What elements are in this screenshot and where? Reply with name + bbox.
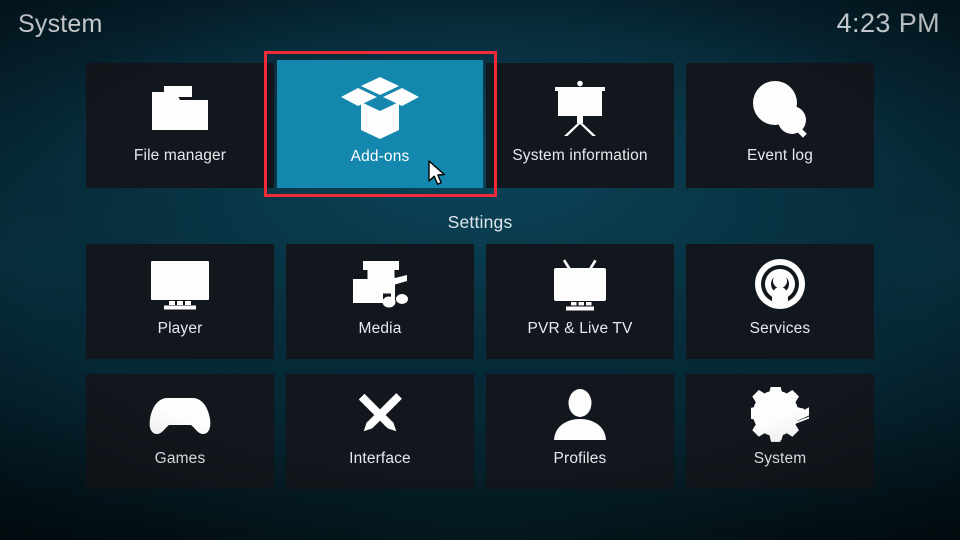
tile-label: Services [749, 320, 811, 337]
tile-event-log[interactable]: Event log [686, 63, 874, 188]
tile-pvr-live-tv[interactable]: PVR & Live TV [486, 244, 674, 359]
clock-label: 4:23 PM [836, 8, 940, 38]
gear-screwdriver-icon [686, 374, 874, 444]
pencil-ruler-icon [286, 374, 474, 444]
tile-system-information[interactable]: System information [486, 63, 674, 188]
tile-media[interactable]: Media [286, 244, 474, 359]
open-box-icon [277, 60, 483, 142]
broadcast-person-icon [686, 244, 874, 314]
settings-section-label: Settings [447, 212, 513, 232]
person-icon [486, 374, 674, 444]
tile-addons[interactable]: Add-ons [277, 60, 483, 188]
gamepad-icon [86, 374, 274, 444]
tile-label: Add-ons [350, 148, 410, 165]
tile-system[interactable]: System [686, 374, 874, 489]
tv-antenna-icon [486, 244, 674, 314]
tile-label: Media [358, 320, 402, 337]
header-bar: System 4:23 PM [0, 0, 960, 50]
tile-games[interactable]: Games [86, 374, 274, 489]
tile-profiles[interactable]: Profiles [486, 374, 674, 489]
tile-file-manager[interactable]: File manager [86, 63, 274, 188]
monitor-play-icon [86, 244, 274, 314]
page-title: System [18, 10, 103, 38]
tile-label: Event log [747, 147, 813, 164]
tile-label: Profiles [553, 450, 607, 467]
folder-icon [86, 63, 274, 141]
presentation-icon [486, 63, 674, 141]
tile-label: File manager [133, 147, 227, 164]
tile-services[interactable]: Services [686, 244, 874, 359]
tile-label: PVR & Live TV [527, 320, 633, 337]
tile-interface[interactable]: Interface [286, 374, 474, 489]
clock-search-icon [686, 63, 874, 141]
tile-label: Games [154, 450, 206, 467]
film-photo-music-icon [286, 244, 474, 314]
tile-label: System [753, 450, 807, 467]
tile-label: Player [157, 320, 203, 337]
tile-label: System information [512, 147, 648, 164]
tile-label: Interface [349, 450, 411, 467]
tile-player[interactable]: Player [86, 244, 274, 359]
